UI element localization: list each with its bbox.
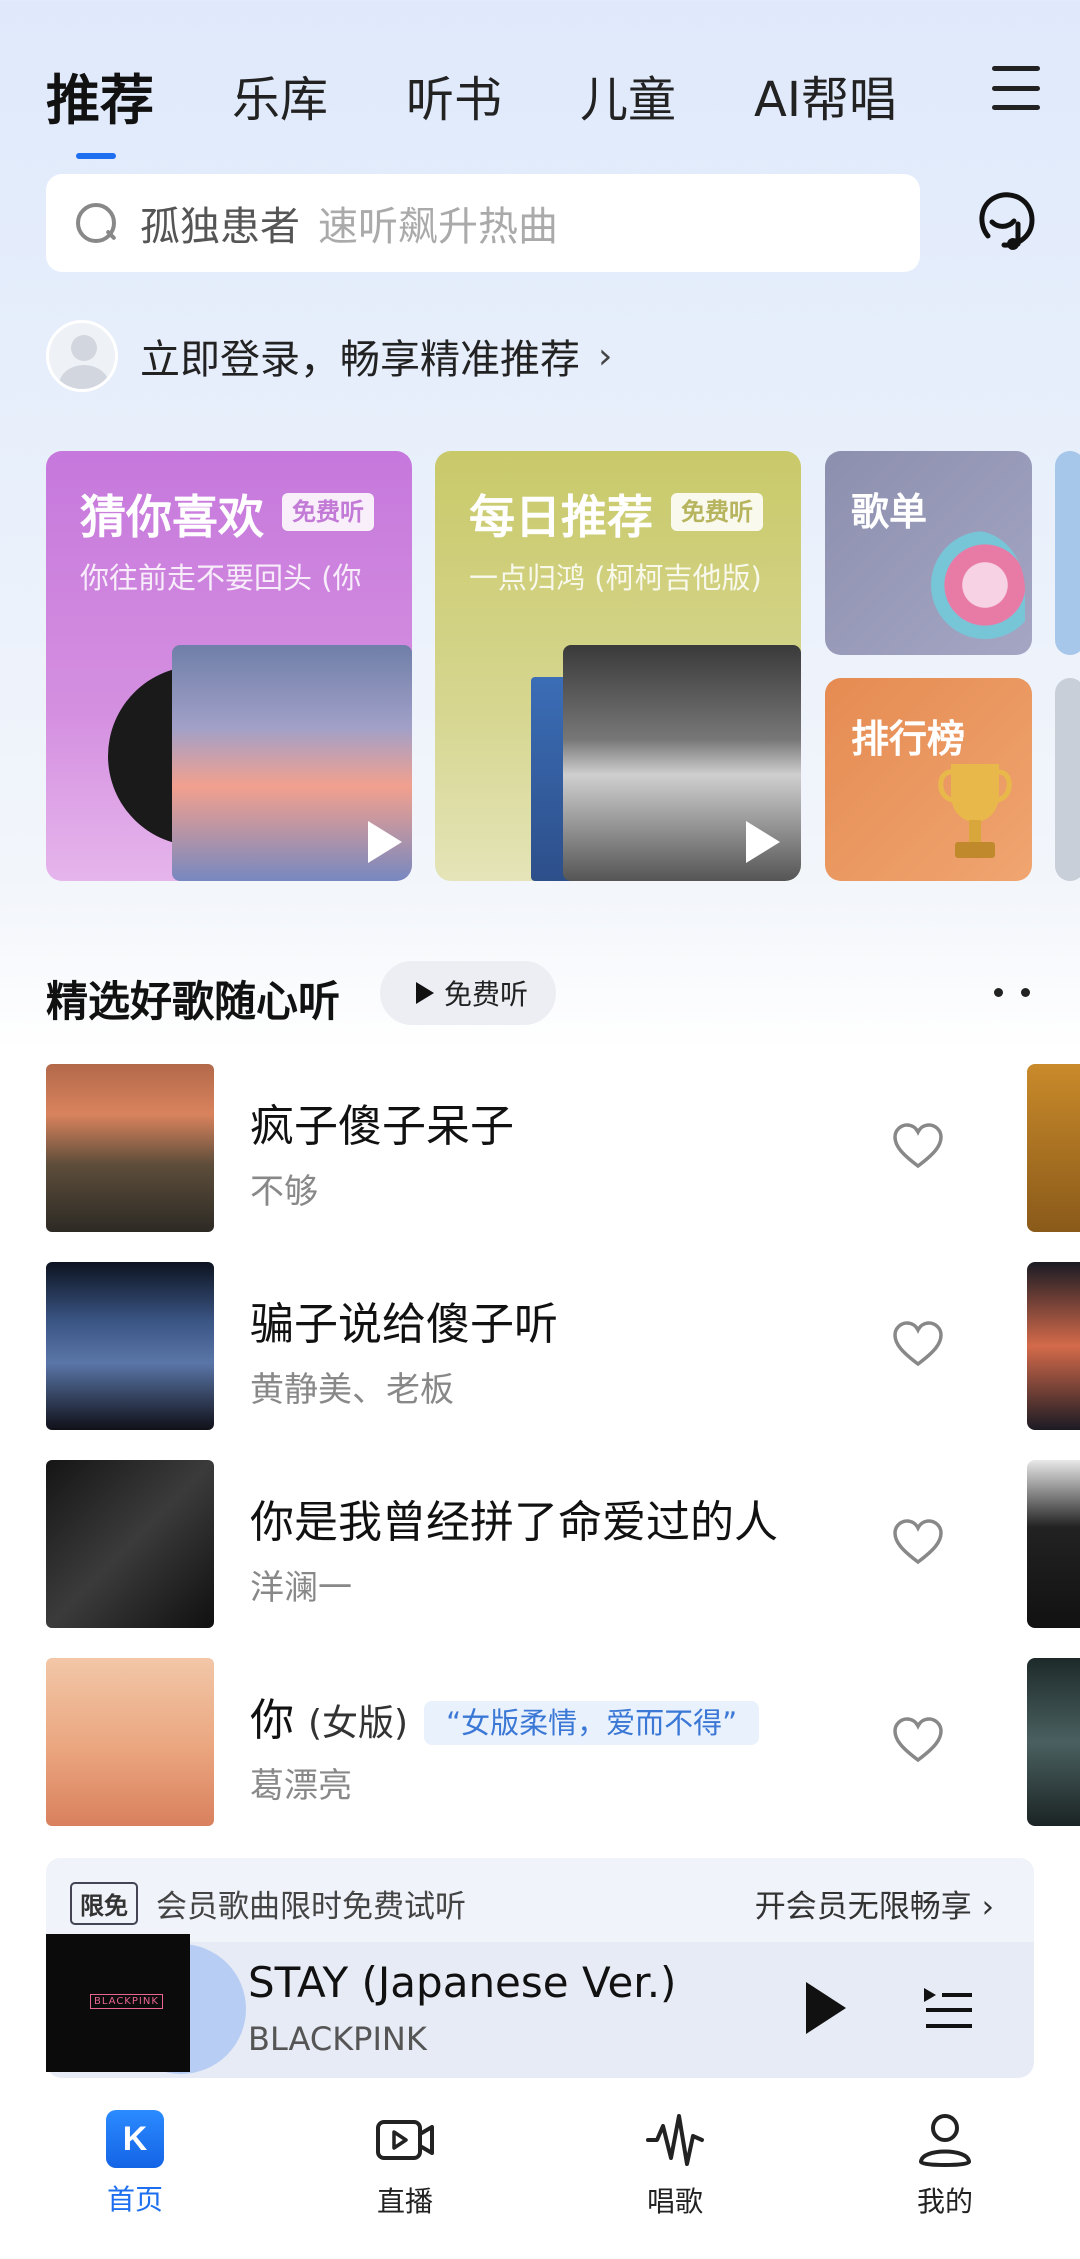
song-title: 你 (女版) “女版柔情，爱而不得” (250, 1684, 760, 1748)
next-column-cover[interactable] (1027, 1460, 1080, 1628)
free-badge: 免费听 (671, 493, 763, 531)
song-artist: 不够 (250, 1172, 318, 1212)
song-cover (46, 1064, 214, 1232)
nav-live[interactable]: 直播 (270, 2096, 540, 2259)
live-video-icon (376, 2120, 434, 2160)
song-title-main: 你 (250, 1695, 294, 1746)
search-bar[interactable]: 孤独患者 速听飙升热曲 (46, 174, 920, 272)
play-icon[interactable] (746, 821, 780, 863)
card-title: 每日推荐 (469, 490, 653, 544)
heart-icon[interactable] (892, 1320, 944, 1368)
login-prompt[interactable]: 立即登录，畅享精准推荐 › (46, 320, 612, 392)
profile-icon (919, 2114, 971, 2167)
card-title: 猜你喜欢 (80, 490, 264, 544)
tab-library[interactable]: 乐库 (232, 60, 328, 130)
now-playing-title: STAY (Japanese Ver.) (248, 1958, 677, 2007)
heart-icon[interactable] (892, 1518, 944, 1566)
vip-trial-banner[interactable]: 限免 会员歌曲限时免费试听 开会员无限畅享 › (46, 1858, 1034, 1948)
song-version: (女版) (308, 1703, 409, 1744)
next-column-cover[interactable] (1027, 1658, 1080, 1826)
playlist-queue-icon[interactable] (922, 1984, 974, 2034)
list-item[interactable]: 你是我曾经拼了命爱过的人 洋澜一 (46, 1460, 1046, 1628)
chevron-right-icon: › (598, 335, 613, 377)
nav-sing[interactable]: 唱歌 (540, 2096, 810, 2259)
playlist-art (925, 531, 1025, 651)
nav-label: 直播 (376, 2185, 433, 2218)
bottom-nav: K 首页 直播 唱歌 我的 (0, 2096, 1080, 2259)
heart-icon[interactable] (892, 1122, 944, 1170)
song-title: 疯子傻子呆子 (250, 1101, 514, 1152)
nav-label: 唱歌 (646, 2185, 703, 2218)
nav-label: 我的 (916, 2185, 973, 2218)
song-title: 骗子说给傻子听 (250, 1299, 558, 1350)
play-icon (416, 982, 434, 1004)
more-options-icon[interactable] (994, 988, 1030, 998)
now-playing-cover[interactable]: BLACKPINK (46, 1934, 190, 2072)
nav-profile[interactable]: 我的 (810, 2096, 1080, 2259)
song-title: 你是我曾经拼了命爱过的人 (250, 1497, 778, 1548)
free-listen-label: 免费听 (444, 978, 529, 1011)
card-title: 歌单 (851, 490, 928, 534)
vip-banner-text: 会员歌曲限时免费试听 (156, 1888, 466, 1925)
playlist-card[interactable]: 歌单 (825, 451, 1032, 655)
song-artist: 洋澜一 (250, 1568, 352, 1608)
search-suggested-term: 孤独患者 (140, 204, 300, 250)
nav-home[interactable]: K 首页 (0, 2096, 270, 2259)
mini-player[interactable]: BLACKPINK STAY (Japanese Ver.) BLACKPINK (46, 1934, 1034, 2078)
next-column-cover[interactable] (1027, 1064, 1080, 1232)
play-icon[interactable] (368, 821, 402, 863)
hamburger-menu-icon[interactable] (992, 66, 1040, 110)
card-title: 排行榜 (851, 717, 966, 761)
avatar (46, 320, 118, 392)
card-subtitle: 你往前走不要回头 (你 (80, 561, 362, 595)
song-cover (46, 1658, 214, 1826)
tab-audiobooks[interactable]: 听书 (406, 60, 502, 130)
top-tab-bar: 推荐 乐库 听书 儿童 AI帮唱 (46, 50, 1040, 159)
song-artist: 葛漂亮 (250, 1766, 352, 1806)
free-listen-button[interactable]: 免费听 (380, 961, 557, 1025)
search-icon (74, 201, 118, 245)
guess-you-like-card[interactable]: 猜你喜欢 免费听 你往前走不要回头 (你 (46, 451, 412, 881)
nav-label: 首页 (106, 2183, 163, 2216)
list-item[interactable]: 疯子傻子呆子 不够 (46, 1064, 1046, 1232)
home-k-icon: K (106, 2110, 164, 2168)
song-tag: “女版柔情，爱而不得” (424, 1701, 760, 1745)
open-vip-link[interactable]: 开会员无限畅享 › (755, 1881, 994, 1926)
login-text: 立即登录，畅享精准推荐 (140, 337, 580, 383)
limited-free-badge: 限免 (70, 1881, 138, 1925)
ranking-card[interactable]: 排行榜 (825, 678, 1032, 881)
now-playing-artist: BLACKPINK (248, 2020, 427, 2058)
daily-recommend-card[interactable]: 每日推荐 免费听 一点归鸿 (柯柯吉他版) (435, 451, 801, 881)
tab-kids[interactable]: 儿童 (580, 60, 676, 130)
cover-logo: BLACKPINK (90, 1994, 163, 2009)
song-cover (46, 1262, 214, 1430)
sing-wave-icon (646, 2114, 704, 2166)
music-recognition-icon[interactable] (974, 188, 1040, 254)
free-badge: 免费听 (282, 493, 374, 531)
next-column-cover[interactable] (1027, 1262, 1080, 1430)
card-subtitle: 一点归鸿 (柯柯吉他版) (469, 561, 762, 595)
play-button[interactable] (806, 1982, 846, 2034)
song-cover (46, 1460, 214, 1628)
list-item[interactable]: 骗子说给傻子听 黄静美、老板 (46, 1262, 1046, 1430)
song-artist: 黄静美、老板 (250, 1370, 454, 1410)
trophy-icon (938, 764, 1012, 858)
tab-ai-sing[interactable]: AI帮唱 (754, 60, 897, 130)
search-hint: 速听飙升热曲 (318, 204, 558, 250)
section-title: 精选好歌随心听 (46, 977, 341, 1026)
tab-recommend[interactable]: 推荐 (46, 56, 154, 159)
heart-icon[interactable] (892, 1716, 944, 1764)
next-card-peek[interactable] (1055, 678, 1080, 881)
list-item[interactable]: 你 (女版) “女版柔情，爱而不得” 葛漂亮 (46, 1658, 1046, 1826)
next-card-peek[interactable] (1055, 451, 1080, 655)
